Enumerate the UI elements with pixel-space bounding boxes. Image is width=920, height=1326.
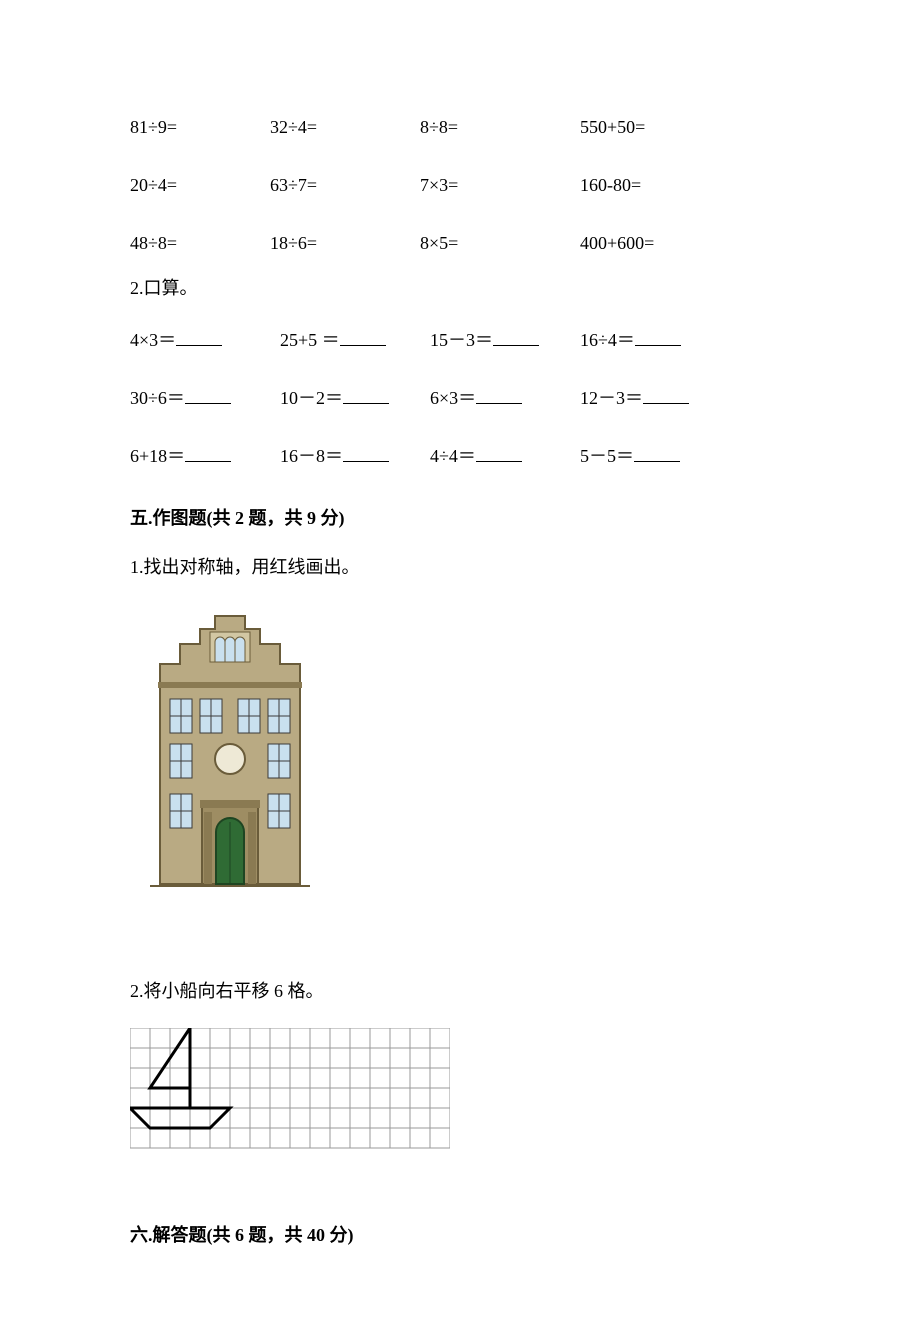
- grid-boat-image: [130, 1028, 790, 1158]
- math-cell: 550+50=: [580, 110, 760, 144]
- fill-cell: 16－8＝: [280, 439, 430, 473]
- section-6-title: 六.解答题(共 6 题，共 40 分): [130, 1218, 790, 1252]
- math-cell: 48÷8=: [130, 226, 270, 260]
- math-grid: 81÷9= 32÷4= 8÷8= 550+50= 20÷4= 63÷7= 7×3…: [130, 110, 790, 261]
- fill-cell: 12－3＝: [580, 381, 730, 415]
- sub-label: 2.口算。: [130, 271, 790, 305]
- fill-cell: 10－2＝: [280, 381, 430, 415]
- math-cell: 400+600=: [580, 226, 760, 260]
- math-cell: 63÷7=: [270, 168, 420, 202]
- q1-text: 1.找出对称轴，用红线画出。: [130, 550, 790, 584]
- fill-cell: 16÷4＝: [580, 323, 730, 357]
- math-cell: 8÷8=: [420, 110, 580, 144]
- fill-grid: 4×3＝ 25+5 ＝ 15－3＝ 16÷4＝ 30÷6＝ 10－2＝ 6×3＝…: [130, 323, 790, 474]
- math-cell: 7×3=: [420, 168, 580, 202]
- fill-cell: 4÷4＝: [430, 439, 580, 473]
- q2-text: 2.将小船向右平移 6 格。: [130, 974, 790, 1008]
- math-cell: 160-80=: [580, 168, 760, 202]
- fill-cell: 30÷6＝: [130, 381, 280, 415]
- fill-cell: 6+18＝: [130, 439, 280, 473]
- fill-cell: 25+5 ＝: [280, 323, 430, 357]
- math-cell: 32÷4=: [270, 110, 420, 144]
- fill-cell: 4×3＝: [130, 323, 280, 357]
- fill-cell: 5－5＝: [580, 439, 730, 473]
- building-image: [130, 604, 790, 904]
- section-5-title: 五.作图题(共 2 题，共 9 分): [130, 501, 790, 535]
- math-cell: 8×5=: [420, 226, 580, 260]
- math-cell: 81÷9=: [130, 110, 270, 144]
- math-cell: 18÷6=: [270, 226, 420, 260]
- fill-cell: 6×3＝: [430, 381, 580, 415]
- fill-cell: 15－3＝: [430, 323, 580, 357]
- math-cell: 20÷4=: [130, 168, 270, 202]
